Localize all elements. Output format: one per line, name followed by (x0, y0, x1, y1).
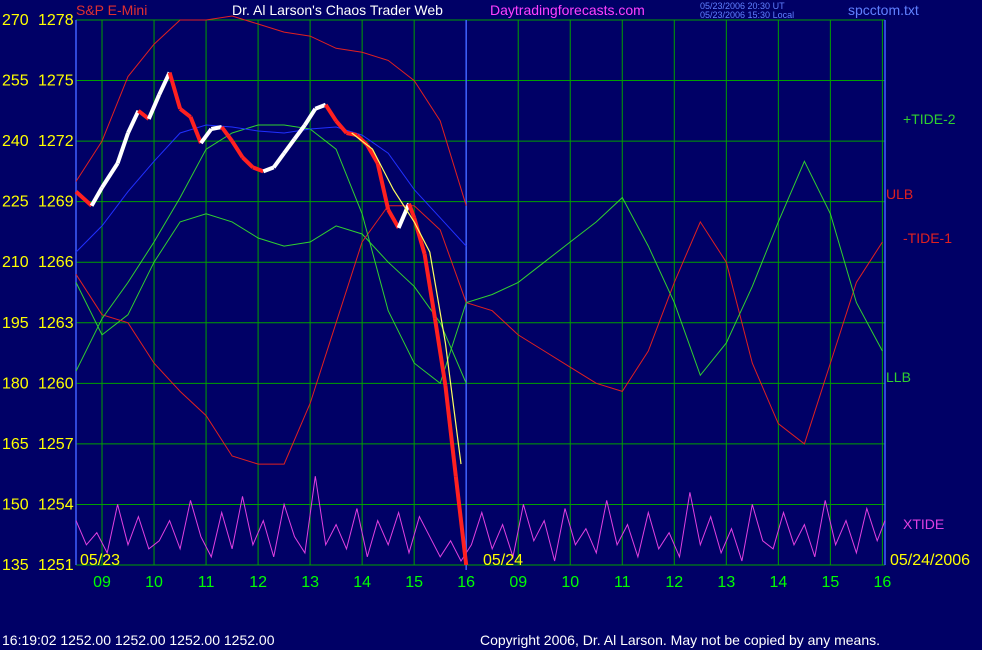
y-price-tick-label: 1275 (38, 73, 74, 90)
price-bar (314, 102, 327, 111)
date-label-mid: 05/24 (483, 552, 523, 569)
price-bar (178, 107, 192, 119)
price-bar (241, 155, 255, 169)
price-bar (126, 109, 141, 134)
y-tide-tick-label: 210 (2, 254, 29, 271)
x-hour-tick-label: 14 (769, 574, 787, 591)
price-bar (115, 132, 130, 164)
price-bar (365, 144, 380, 165)
series-label-ulb: ULB (886, 186, 913, 202)
price-bar (100, 162, 120, 189)
y-tide-tick-label: 270 (2, 12, 29, 29)
tide2-line (75, 124, 883, 385)
author-title: Dr. Al Larson's Chaos Trader Web (232, 2, 443, 18)
date-label-start: 05/23 (80, 552, 120, 569)
copyright-notice: Copyright 2006, Dr. Al Larson. May not b… (480, 632, 881, 648)
ma-blue-line (75, 124, 467, 253)
price-bar (157, 71, 172, 96)
x-hour-tick-label: 16 (457, 574, 475, 591)
chart-series (74, 15, 886, 566)
y-price-tick-label: 1278 (38, 12, 74, 29)
y-tide-tick-label: 165 (2, 436, 29, 453)
price-bar (443, 385, 458, 477)
llb-line (75, 213, 467, 384)
ma-yellow-line (351, 132, 462, 465)
series-label-tide1: -TIDE-1 (903, 230, 952, 246)
price-bar (386, 208, 401, 229)
series-label-llb: LLB (886, 369, 911, 385)
series-label-tide2: +TIDE-2 (903, 111, 956, 127)
x-hour-tick-label: 16 (874, 574, 892, 591)
price-bar (334, 119, 349, 135)
x-hour-tick-label: 13 (301, 574, 319, 591)
last-quote: 16:19:02 1252.00 1252.00 1252.00 1252.00 (2, 632, 275, 648)
chart-grid (75, 19, 886, 570)
price-bar (272, 152, 286, 169)
y-price-tick-label: 1263 (38, 315, 74, 332)
price-bar (167, 71, 183, 110)
y-tide-tick-label: 240 (2, 133, 29, 150)
y-price-tick-label: 1269 (38, 194, 74, 211)
data-filename: spcctom.txt (848, 2, 919, 18)
y-price-tick-label: 1260 (38, 375, 74, 392)
price-bar (188, 116, 203, 144)
price-bar (230, 140, 245, 159)
price-bar (324, 103, 338, 122)
y-price-tick-label: 1257 (38, 436, 74, 453)
date-label-end: 05/24/2006 (890, 552, 970, 569)
x-hour-tick-label: 11 (614, 574, 631, 591)
series-label-xtide: XTIDE (903, 516, 944, 532)
x-hour-tick-label: 14 (353, 574, 371, 591)
x-hour-tick-label: 12 (249, 574, 267, 591)
xtide-line (75, 476, 886, 562)
price-bar (262, 165, 275, 174)
price-bar (89, 186, 104, 207)
price-bar (396, 202, 411, 229)
ulb-line (75, 15, 467, 206)
y-price-tick-label: 1251 (38, 557, 74, 574)
price-bar (412, 217, 427, 255)
y-tide-tick-label: 255 (2, 73, 29, 90)
y-tide-tick-label: 180 (2, 375, 29, 392)
x-hour-tick-label: 10 (561, 574, 579, 591)
instrument-title: S&P E-Mini (76, 2, 148, 18)
site-link[interactable]: Daytradingforecasts.com (490, 2, 645, 18)
y-tide-tick-label: 195 (2, 315, 29, 332)
price-bar (433, 318, 448, 386)
x-hour-tick-label: 15 (405, 574, 423, 591)
x-hour-tick-label: 11 (198, 574, 215, 591)
y-tide-tick-label: 150 (2, 496, 29, 513)
tide1-line (75, 205, 883, 465)
chart-area: 270 1278 255 1275 240 1272 225 1269 210 1266 195 12… (2, 12, 970, 591)
x-hour-tick-label: 09 (93, 574, 111, 591)
x-hour-tick-label: 13 (717, 574, 735, 591)
x-hour-tick-label: 09 (509, 574, 527, 591)
price-bar (252, 165, 265, 174)
y-tide-tick-label: 135 (2, 557, 29, 574)
x-hour-tick-label: 10 (145, 574, 163, 591)
x-hour-tick-label: 12 (665, 574, 683, 591)
y-price-tick-label: 1254 (38, 496, 74, 513)
x-hour-tick-label: 15 (821, 574, 839, 591)
price-bar (453, 475, 469, 566)
price-bar (210, 125, 223, 131)
y-price-tick-label: 1272 (38, 133, 74, 150)
y-tide-tick-label: 225 (2, 194, 29, 211)
price-bar (74, 190, 93, 208)
timestamp-local: 05/23/2006 15:30 Local (700, 10, 795, 20)
y-price-tick-label: 1266 (38, 254, 74, 271)
